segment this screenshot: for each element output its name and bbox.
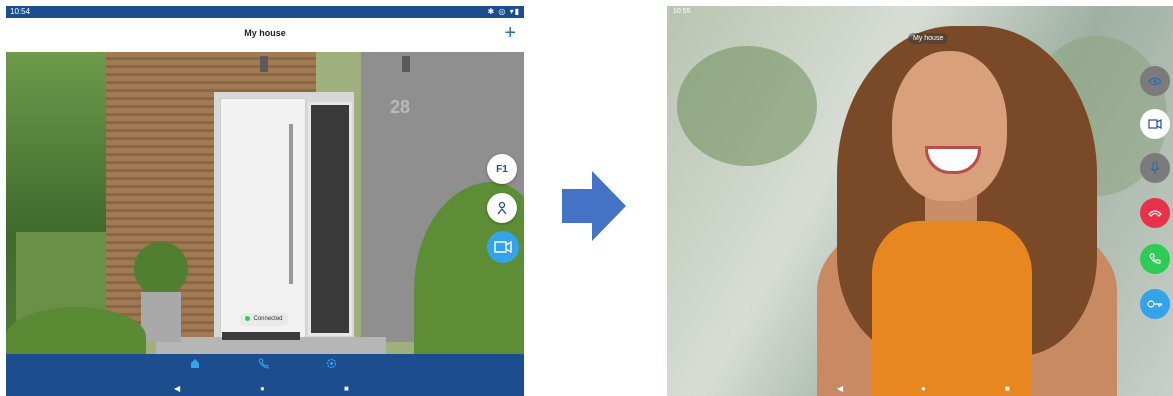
wall-lamp (402, 56, 410, 72)
system-home-button[interactable]: ● (260, 384, 265, 393)
switch-camera-button[interactable] (1140, 109, 1170, 139)
system-home-button[interactable]: ● (921, 384, 926, 393)
person-icon (497, 201, 507, 215)
transition-arrow-icon (562, 171, 626, 241)
home-icon[interactable] (190, 358, 200, 372)
visitor-face (892, 51, 1007, 201)
answer-button[interactable] (1140, 244, 1170, 274)
add-button[interactable]: + (504, 22, 516, 44)
plant-pot (141, 292, 181, 342)
connection-status-badge: Connected (239, 313, 289, 326)
system-back-button[interactable]: ◀ (837, 384, 843, 393)
location-chip: My house (908, 33, 949, 44)
phone-history-icon[interactable] (258, 358, 269, 372)
bottom-navigation: ◀ ● ■ (6, 354, 524, 396)
system-recents-button[interactable]: ■ (1005, 384, 1010, 393)
visitor-video-feed (667, 6, 1173, 396)
status-bar: 10:54 ✱ ◎ ▾▮ (6, 6, 524, 18)
settings-icon[interactable] (326, 358, 337, 372)
status-time: 10:54 (10, 7, 31, 16)
door-camera-image: 28 (6, 52, 524, 354)
hang-up-icon (1148, 210, 1162, 217)
wall-lamp (260, 56, 268, 72)
door-sidelight (308, 102, 352, 336)
switch-camera-icon (1148, 119, 1162, 129)
key-icon (1147, 300, 1162, 308)
connection-dot-icon (245, 315, 251, 321)
mic-icon (1150, 161, 1160, 174)
eye-icon (1148, 77, 1162, 85)
status-time: 10:55 (673, 8, 691, 15)
f1-button[interactable]: F1 (487, 154, 517, 184)
door-handle (289, 124, 293, 284)
system-recents-button[interactable]: ■ (344, 384, 349, 393)
topiary-plant (134, 242, 188, 296)
answer-icon (1149, 253, 1161, 264)
view-button[interactable] (1140, 66, 1170, 96)
door-unlock-button[interactable] (1140, 289, 1170, 319)
hang-up-button[interactable] (1140, 198, 1170, 228)
system-back-button[interactable]: ◀ (174, 384, 180, 393)
page-title: My house (244, 28, 286, 38)
app-header: My house + (6, 18, 524, 54)
connection-label: Connected (253, 316, 283, 322)
door-mat (222, 332, 300, 340)
video-call-button[interactable] (487, 231, 519, 263)
video-call-screen: 10:55 My house ◀ ● ■ (667, 6, 1173, 396)
background-foliage (677, 46, 817, 166)
house-number: 28 (390, 97, 411, 117)
video-camera-icon (494, 241, 512, 253)
front-door (220, 98, 306, 344)
visitor-top (872, 221, 1032, 396)
microphone-button[interactable] (1140, 153, 1170, 183)
intercom-user-button[interactable] (487, 193, 517, 223)
home-screen: 10:54 ✱ ◎ ▾▮ My house + 28 F1 Connected (6, 6, 524, 396)
status-icons: ✱ ◎ ▾▮ (487, 7, 520, 16)
